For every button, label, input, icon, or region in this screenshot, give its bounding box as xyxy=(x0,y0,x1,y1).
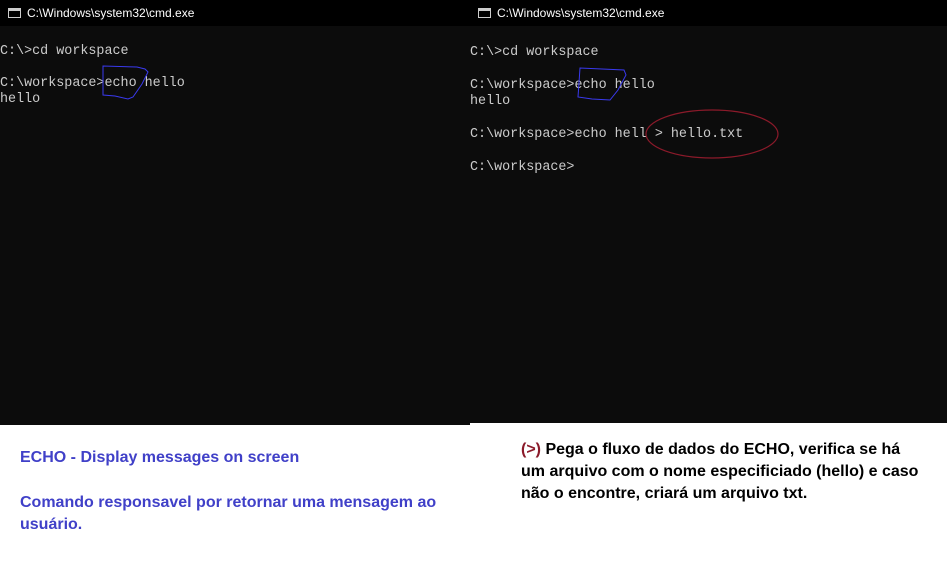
terminal-line: C:\workspace>echo hello xyxy=(0,76,185,91)
terminal-line: C:\>cd workspace xyxy=(470,45,599,60)
terminal-line: C:\workspace>echo hello xyxy=(470,78,655,93)
echo-description: Comando responsavel por retornar uma men… xyxy=(20,494,437,533)
terminal-line: C:\workspace> xyxy=(470,160,575,175)
terminal-output[interactable]: C:\>cd workspace C:\workspace>echo hello… xyxy=(470,0,947,423)
terminal-line: C:\workspace>echo hell > hello.txt xyxy=(470,127,744,142)
terminal-output[interactable]: C:\>cd workspace C:\workspace>echo hello… xyxy=(0,0,470,425)
terminal-line: hello xyxy=(470,94,511,109)
echo-heading: ECHO - Display messages on screen xyxy=(20,449,300,466)
redirect-description: (>) Pega o fluxo de dados do ECHO, verif… xyxy=(521,439,921,505)
terminal-line: C:\>cd workspace xyxy=(0,44,129,59)
cmd-window-right[interactable]: C:\Windows\system32\cmd.exe C:\>cd works… xyxy=(470,0,947,423)
redirect-symbol: (>) xyxy=(521,441,541,458)
cmd-window-left[interactable]: C:\Windows\system32\cmd.exe C:\>cd works… xyxy=(0,0,470,425)
redirect-text: Pega o fluxo de dados do ECHO, verifica … xyxy=(521,441,919,502)
terminal-line: hello xyxy=(0,92,41,107)
